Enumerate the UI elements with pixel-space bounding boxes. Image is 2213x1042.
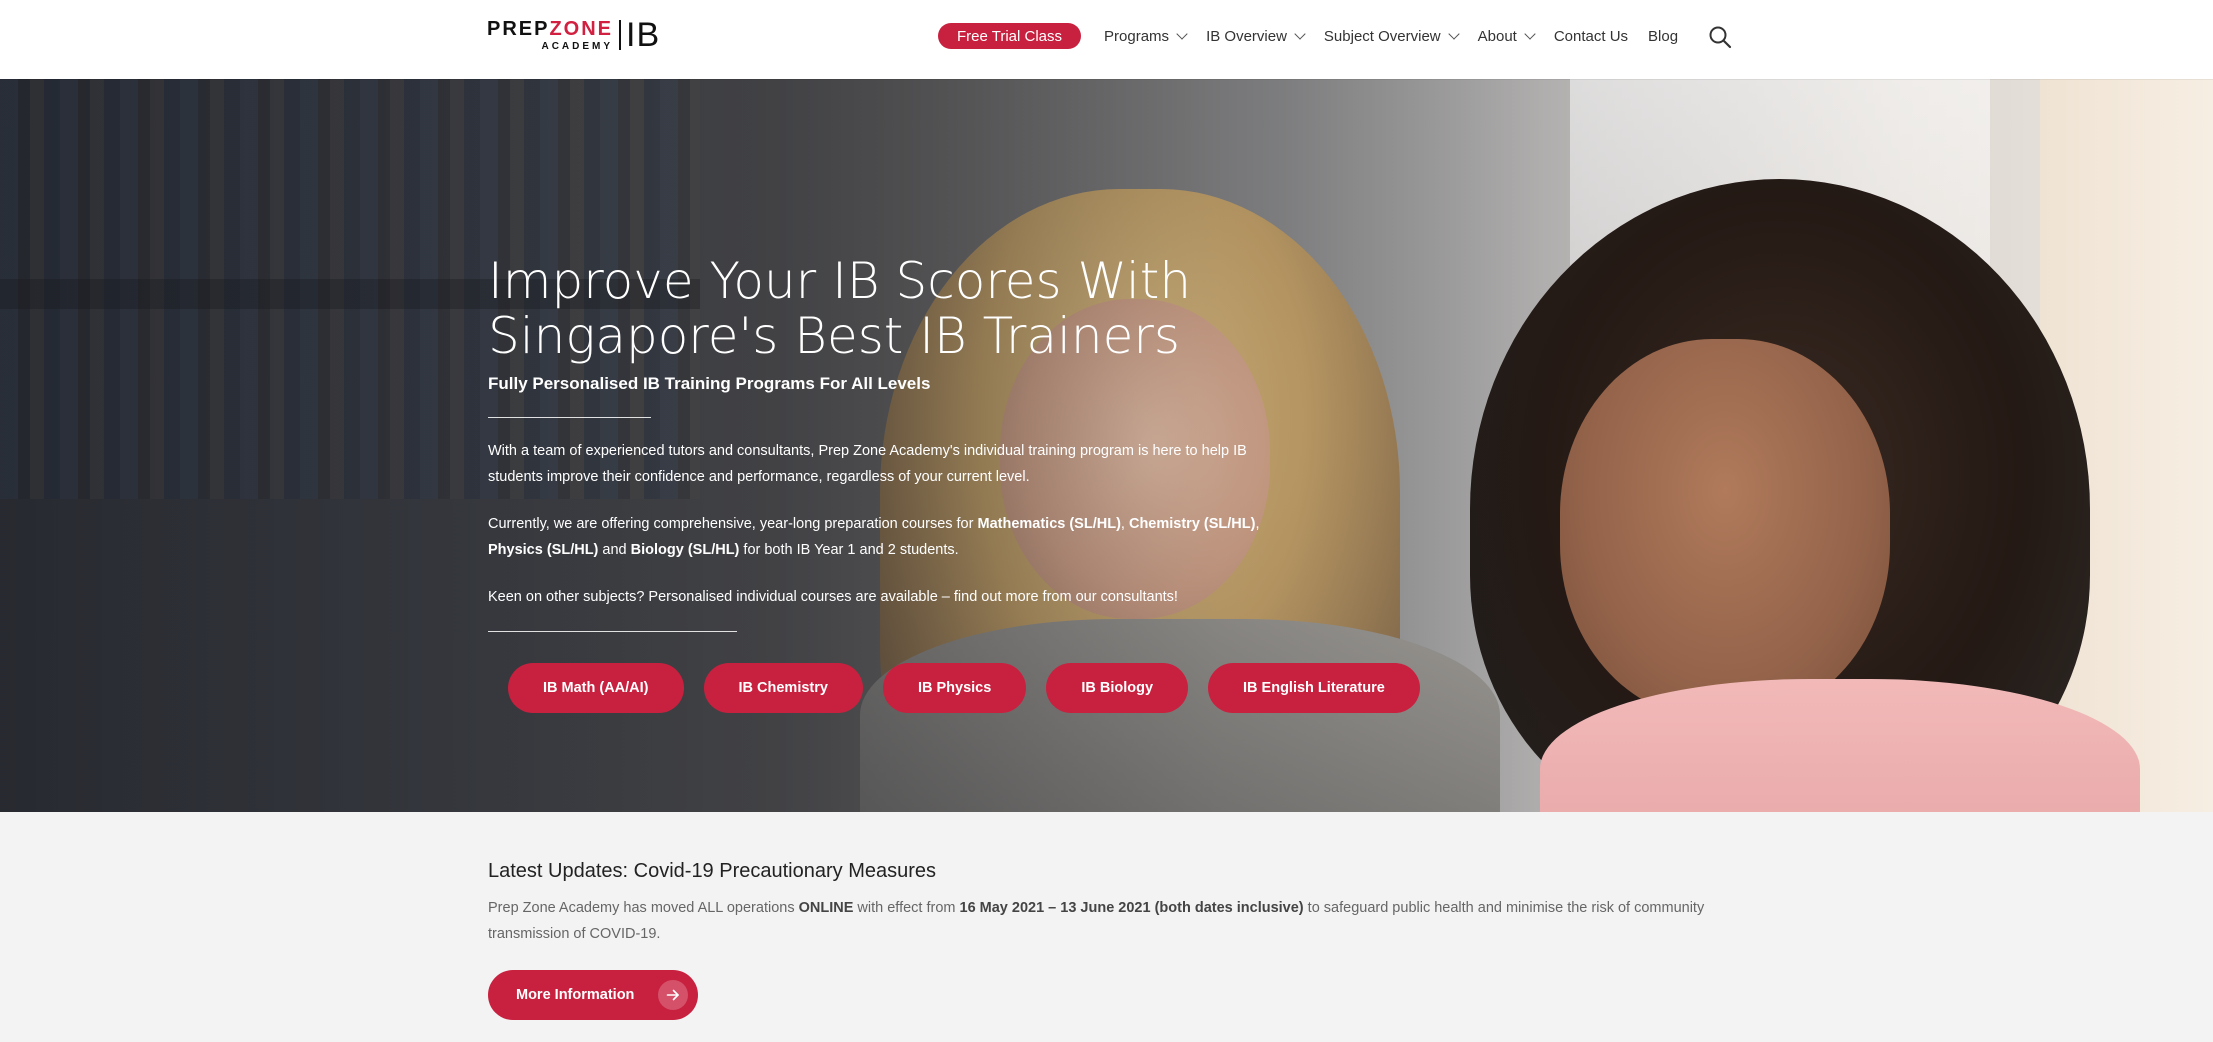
subject-button-ib-english-literature[interactable]: IB English Literature <box>1208 663 1420 713</box>
logo-wordmark: PREPZONE ACADEMY <box>487 19 613 52</box>
hero-intro-paragraph: With a team of experienced tutors and co… <box>488 443 1247 485</box>
nav-item-label: Blog <box>1648 27 1679 45</box>
nav-item-blog[interactable]: Blog <box>1648 28 1678 45</box>
logo-word-ib: IB <box>626 16 661 54</box>
arrow-right-icon <box>658 980 688 1010</box>
nav-item-label: Programs <box>1104 27 1170 45</box>
chevron-down-icon <box>1447 28 1460 40</box>
nav-item-ib-overview[interactable]: IB Overview <box>1206 27 1306 45</box>
course-math: Mathematics (SL/HL) <box>977 516 1121 532</box>
logo-word-zone: ZONE <box>549 17 614 40</box>
hero-title: Improve Your IB Scores With Singapore's … <box>488 254 1388 364</box>
hero-courses-paragraph: Currently, we are offering comprehensive… <box>488 516 1260 558</box>
free-trial-button[interactable]: Free Trial Class <box>938 23 1082 49</box>
updates-section: Latest Updates: Covid-19 Precautionary M… <box>0 812 2213 1042</box>
logo-word-academy: ACADEMY <box>541 40 614 52</box>
subject-button-ib-math[interactable]: IB Math (AA/AI) <box>508 663 684 713</box>
nav-item-label: About <box>1477 27 1517 45</box>
chevron-down-icon <box>1176 28 1188 40</box>
more-information-button[interactable]: More Information <box>488 970 698 1020</box>
course-physics: Physics (SL/HL) <box>488 542 599 558</box>
hero-title-line2: Singapore's Best IB Trainers <box>488 307 1180 365</box>
course-biology: Biology (SL/HL) <box>630 542 740 558</box>
updates-title: Latest Updates: Covid-19 Precautionary M… <box>488 860 937 882</box>
nav-item-about[interactable]: About <box>1477 27 1536 45</box>
site-logo[interactable]: PREPZONE ACADEMY IB <box>487 18 660 52</box>
chevron-down-icon <box>1524 28 1536 40</box>
subject-buttons: IB Math (AA/AI) IB Chemistry IB Physics … <box>508 663 1440 713</box>
main-nav: Free Trial Class Programs IB Overview Su… <box>938 23 1698 49</box>
updates-text: Prep Zone Academy has moved ALL operatio… <box>488 900 1705 942</box>
nav-item-subject-overview[interactable]: Subject Overview <box>1323 27 1460 45</box>
more-information-label: More Information <box>516 987 635 1003</box>
hero-divider <box>488 417 651 418</box>
search-icon[interactable] <box>1708 25 1732 49</box>
hero-subtitle: Fully Personalised IB Training Programs … <box>488 374 931 393</box>
nav-item-label: Contact Us <box>1553 27 1629 45</box>
hero-title-line1: Improve Your IB Scores With <box>488 252 1192 310</box>
hero-divider <box>488 631 737 632</box>
nav-item-programs[interactable]: Programs <box>1104 27 1188 45</box>
nav-item-label: Subject Overview <box>1323 27 1441 45</box>
course-chemistry: Chemistry (SL/HL) <box>1128 516 1256 532</box>
chevron-down-icon <box>1294 28 1306 40</box>
subject-button-ib-chemistry[interactable]: IB Chemistry <box>703 663 863 713</box>
subject-button-ib-physics[interactable]: IB Physics <box>882 663 1027 713</box>
subject-button-ib-biology[interactable]: IB Biology <box>1046 663 1189 713</box>
hero-section: Improve Your IB Scores With Singapore's … <box>0 79 2213 812</box>
nav-item-contact-us[interactable]: Contact Us <box>1554 28 1628 45</box>
logo-divider <box>619 20 622 50</box>
hero-other-subjects-paragraph: Keen on other subjects? Personalised ind… <box>488 589 1178 605</box>
logo-word-prep: PREP <box>487 17 550 40</box>
nav-item-label: IB Overview <box>1206 27 1287 45</box>
site-header: PREPZONE ACADEMY IB Free Trial Class Pro… <box>0 0 2213 79</box>
